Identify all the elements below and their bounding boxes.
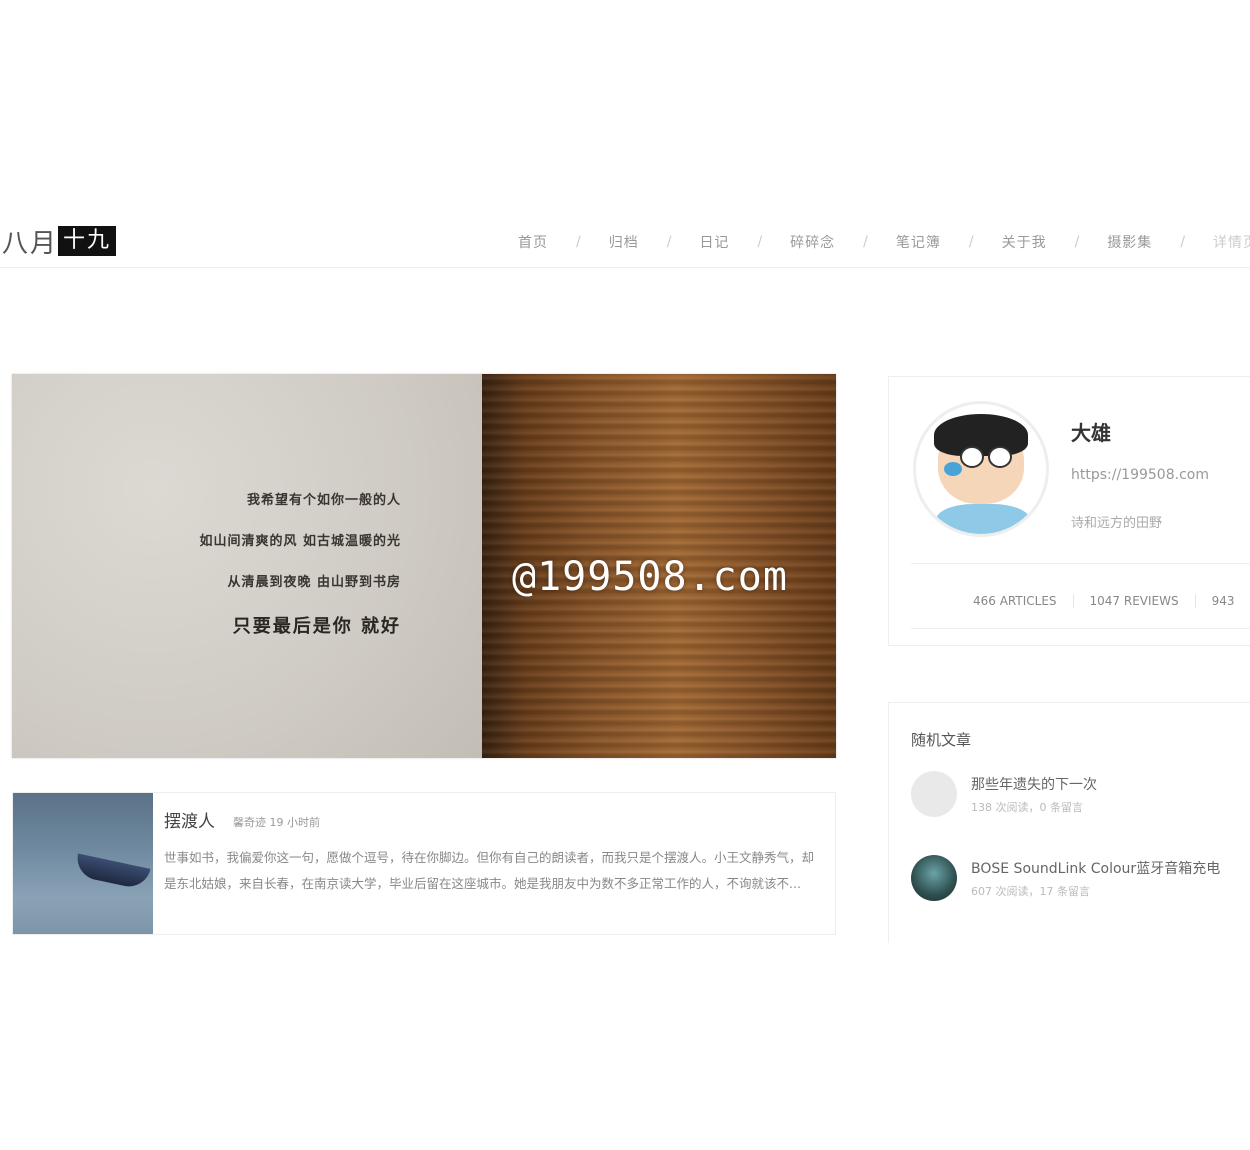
profile-name: 大雄 xyxy=(1071,421,1111,445)
nav-archive[interactable]: 归档 xyxy=(609,232,639,252)
nav-separator: / xyxy=(968,234,974,250)
random-item-meta: 138 次阅读，0 条留言 xyxy=(971,801,1083,814)
nav-diary[interactable]: 日记 xyxy=(699,232,729,252)
nav-home[interactable]: 首页 xyxy=(518,232,548,252)
nav-separator: / xyxy=(757,234,763,250)
post-meta: 馨奇迹 19 小时前 xyxy=(233,816,320,829)
stat-articles[interactable]: 466 ARTICLES xyxy=(973,594,1074,608)
nav-about[interactable]: 关于我 xyxy=(1002,232,1047,252)
profile-card: 大雄 https://199508.com 诗和远方的田野 466 ARTICL… xyxy=(888,376,1250,646)
random-articles: 随机文章 那些年遗失的下一次 138 次阅读，0 条留言 BOSE SoundL… xyxy=(888,702,1250,943)
main-nav: 首页 / 归档 / 日记 / 碎碎念 / 笔记簿 / 关于我 / 摄影集 / 详情页 xyxy=(518,232,1250,252)
nav-separator: / xyxy=(576,234,581,250)
site-logo[interactable]: 八月 十九 xyxy=(2,223,117,259)
boat-icon xyxy=(73,853,151,891)
site-header: 八月 十九 首页 / 归档 / 日记 / 碎碎念 / 笔记簿 / 关于我 / 摄影集 / 详情… xyxy=(0,215,1250,268)
avatar-cheek xyxy=(944,462,962,476)
profile-description: 诗和远方的田野 xyxy=(1071,516,1163,531)
random-item-meta: 607 次阅读，17 条留言 xyxy=(971,885,1090,898)
nav-separator: / xyxy=(1074,234,1080,250)
nav-separator: / xyxy=(863,234,868,250)
avatar[interactable] xyxy=(913,401,1049,537)
avatar-eye xyxy=(988,446,1012,468)
random-item[interactable]: BOSE SoundLink Colour蓝牙音箱充电 607 次阅读，17 条… xyxy=(911,855,1250,905)
avatar-eye xyxy=(960,446,984,468)
random-item-thumb[interactable] xyxy=(911,855,957,901)
banner-watermark: @199508.com xyxy=(512,554,788,600)
nav-more[interactable]: 详情页 xyxy=(1213,232,1250,252)
random-item-title[interactable]: 那些年遗失的下一次 xyxy=(971,774,1097,794)
banner-poem: 我希望有个如你一般的人 如山间清爽的风 如古城温暖的光 从清晨到夜晚 由山野到书… xyxy=(199,489,401,638)
nav-murmur[interactable]: 碎碎念 xyxy=(790,232,835,252)
post-card[interactable]: 摆渡人 馨奇迹 19 小时前 世事如书，我偏爱你这一句，愿做个逗号，待在你脚边。… xyxy=(12,792,836,935)
logo-text-1: 八月 xyxy=(2,228,59,259)
nav-separator: / xyxy=(1180,234,1186,250)
nav-notes[interactable]: 笔记簿 xyxy=(896,232,941,252)
random-item-thumb[interactable] xyxy=(911,771,957,817)
post-thumbnail[interactable] xyxy=(13,793,153,934)
avatar-shirt xyxy=(936,504,1030,534)
poem-line: 我希望有个如你一般的人 xyxy=(246,493,401,508)
nav-photos[interactable]: 摄影集 xyxy=(1107,232,1152,252)
logo-text-2: 十九 xyxy=(58,226,117,256)
nav-separator: / xyxy=(666,234,672,250)
poem-line: 如山间清爽的风 如古城温暖的光 xyxy=(199,534,401,549)
random-title: 随机文章 xyxy=(911,731,972,749)
post-excerpt: 世事如书，我偏爱你这一句，愿做个逗号，待在你脚边。但你有自己的朗读者，而我只是个… xyxy=(164,850,815,891)
profile-url[interactable]: https://199508.com xyxy=(1071,467,1209,483)
featured-banner[interactable]: 我希望有个如你一般的人 如山间清爽的风 如古城温暖的光 从清晨到夜晚 由山野到书… xyxy=(12,374,836,758)
post-title[interactable]: 摆渡人 xyxy=(164,807,215,832)
stat-reviews[interactable]: 1047 REVIEWS xyxy=(1074,594,1196,608)
poem-highlight: 只要最后是你 就好 xyxy=(232,616,401,637)
poem-line: 从清晨到夜晚 由山野到书房 xyxy=(227,575,401,590)
stat-other[interactable]: 943 xyxy=(1196,594,1250,608)
profile-stats: 466 ARTICLES 1047 REVIEWS 943 xyxy=(911,563,1250,629)
random-item-title[interactable]: BOSE SoundLink Colour蓝牙音箱充电 xyxy=(971,858,1220,878)
random-item[interactable]: 那些年遗失的下一次 138 次阅读，0 条留言 xyxy=(911,771,1250,821)
